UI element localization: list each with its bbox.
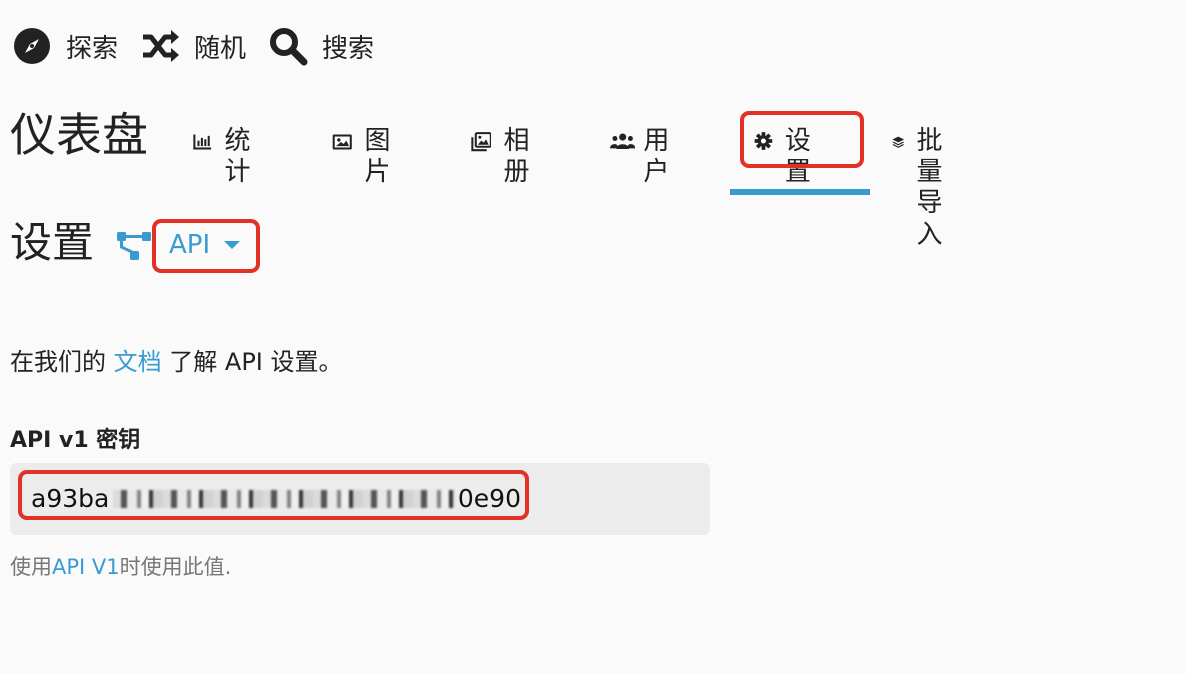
tab-albums[interactable]: 相册 — [471, 110, 539, 187]
api-key-highlight — [18, 470, 529, 520]
tab-bulk-import-label: 批量导入 — [916, 126, 943, 250]
doc-text-after: 了解 API 设置。 — [161, 348, 343, 376]
albums-icon — [471, 132, 492, 152]
doc-text-before: 在我们的 — [10, 348, 114, 376]
image-icon — [332, 134, 352, 150]
tab-users[interactable]: 用户 — [610, 110, 680, 187]
users-icon — [610, 133, 636, 150]
nav-explore-label: 探索 — [66, 33, 119, 64]
api-key-label: API v1 密钥 — [10, 428, 141, 453]
tab-stats-label: 统计 — [224, 126, 251, 188]
hint-text-before: 使用 — [10, 555, 52, 579]
nav-random[interactable]: 随机 — [140, 26, 246, 66]
nav-search[interactable]: 搜索 — [268, 26, 374, 66]
nav-random-label: 随机 — [194, 33, 247, 64]
layers-icon — [892, 136, 905, 148]
tab-images[interactable]: 图片 — [332, 110, 400, 187]
api-key-hint: 使用API V1时使用此值. — [10, 551, 231, 581]
active-tab-indicator — [730, 189, 870, 195]
compass-icon — [14, 28, 50, 64]
search-icon — [270, 28, 308, 66]
tab-stats[interactable]: 统计 — [192, 110, 260, 187]
tab-images-label: 图片 — [364, 126, 391, 188]
nav-search-label: 搜索 — [322, 33, 375, 64]
tab-users-label: 用户 — [643, 126, 670, 188]
hint-text-after: 时使用此值. — [119, 555, 232, 579]
tab-albums-label: 相册 — [503, 126, 530, 188]
dashboard-title: 仪表盘 — [10, 108, 148, 162]
api-dropdown-highlight — [152, 219, 260, 273]
settings-tab-highlight — [740, 111, 864, 168]
api-v1-link[interactable]: API V1 — [52, 555, 120, 579]
api-doc-text: 在我们的 文档 了解 API 设置。 — [10, 342, 343, 377]
shuffle-icon — [143, 30, 180, 62]
top-nav: 探索 随机 搜索 — [12, 22, 396, 70]
bar-chart-icon — [193, 134, 212, 150]
docs-link[interactable]: 文档 — [114, 348, 162, 376]
nav-explore[interactable]: 探索 — [12, 26, 118, 66]
sitemap-icon — [117, 232, 151, 260]
settings-title: 设置 — [10, 218, 95, 267]
tab-bulk-import[interactable]: 批量导入 — [892, 110, 960, 250]
